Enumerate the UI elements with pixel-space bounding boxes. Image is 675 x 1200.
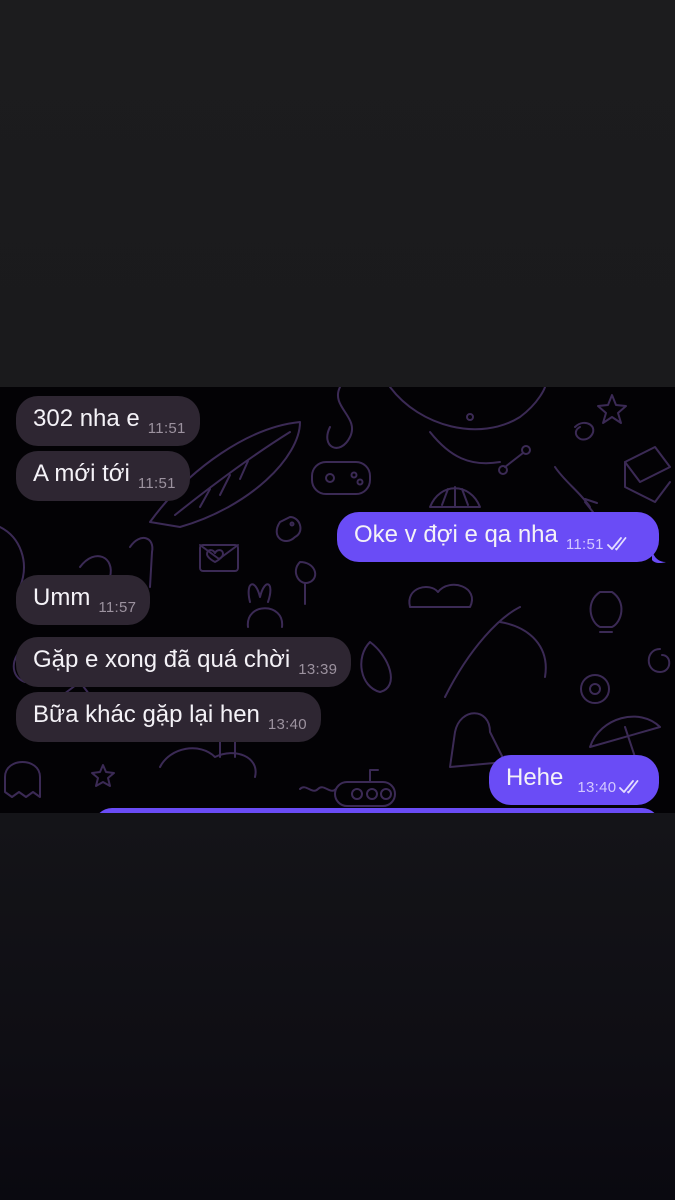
message-time: 11:51 <box>565 535 604 553</box>
message-text: A mới tới <box>33 459 130 487</box>
message-time: 11:51 <box>137 474 176 492</box>
message-text: Hehe <box>506 763 564 791</box>
message-incoming[interactable]: Bữa khác gặp lại hen 13:40 <box>16 692 321 742</box>
message-time: 11:57 <box>98 598 137 616</box>
message-time: 11:51 <box>147 419 186 437</box>
message-text: Bữa khác gặp lại hen <box>33 700 260 728</box>
read-double-check-icon <box>619 780 639 794</box>
message-incoming[interactable]: 302 nha e 11:51 <box>16 396 200 446</box>
message-incoming[interactable]: Gặp e xong đã quá chời 13:39 <box>16 637 352 687</box>
message-text: Oke v đợi e qa nha <box>354 520 558 548</box>
chat-conversation[interactable]: 302 nha e 11:51 A mới tới 11:51 Oke v đợ… <box>0 387 675 813</box>
read-double-check-icon <box>606 537 627 551</box>
message-outgoing[interactable]: Oke v đợi e qa nha 11:51 <box>337 512 659 562</box>
message-outgoing[interactable]: Hehe 13:40 <box>489 755 659 805</box>
message-time: 13:40 <box>577 778 617 796</box>
message-incoming[interactable]: Umm 11:57 <box>16 575 151 625</box>
bottom-blank-area <box>0 813 675 1200</box>
message-text: 302 nha e <box>33 404 140 432</box>
top-blank-area <box>0 0 675 387</box>
message-text: Umm <box>33 583 91 611</box>
bubble-tail-icon <box>652 550 666 564</box>
message-time: 13:39 <box>298 660 338 678</box>
message-incoming[interactable]: A mới tới 11:51 <box>16 451 190 501</box>
message-text: Gặp e xong đã quá chời <box>33 645 291 673</box>
message-time: 13:40 <box>267 715 307 733</box>
